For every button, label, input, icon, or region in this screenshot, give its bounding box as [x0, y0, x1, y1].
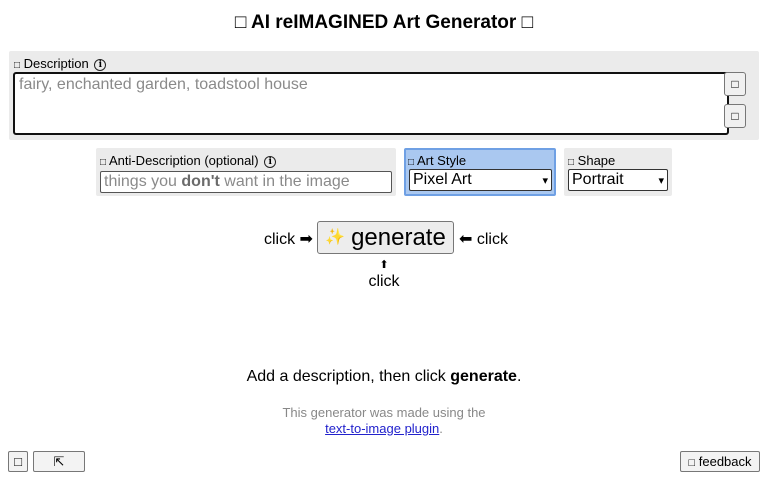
info-icon[interactable]: i	[264, 156, 277, 168]
art-style-label: □ Art Style	[408, 153, 466, 168]
anti-description-label-text: Anti-Description (optional)	[108, 153, 259, 168]
instruction-pre: Add a description, then click	[246, 368, 451, 385]
shape-label-text: Shape	[577, 153, 616, 168]
generate-right-hint: ⬅ click	[459, 231, 508, 248]
description-side-button-2[interactable]: □	[724, 104, 746, 128]
shape-selected: Portrait	[572, 171, 624, 188]
anti-description-label: □ Anti-Description (optional) i	[100, 153, 277, 168]
description-textarea[interactable]	[13, 72, 729, 135]
description-label: □ Description i	[14, 56, 107, 71]
shape-label-icon: □	[568, 157, 575, 168]
shape-label: □ Shape	[568, 153, 615, 168]
scroll-top-button[interactable]: ⇱	[33, 451, 85, 472]
description-panel: □ Description i	[9, 51, 759, 140]
generate-bottom-hint: click	[368, 273, 400, 290]
anti-placeholder-bold: don't	[181, 173, 220, 190]
instruction-post: .	[516, 368, 522, 385]
art-style-panel: □ Art Style Pixel Art ▾	[404, 148, 556, 196]
anti-placeholder-post: want in the image	[219, 173, 350, 190]
generate-label: generate	[351, 224, 446, 251]
art-style-select[interactable]: Pixel Art ▾	[409, 169, 552, 191]
description-label-icon: □	[14, 60, 21, 71]
plugin-link[interactable]: text-to-image plugin	[325, 421, 439, 436]
info-icon[interactable]: i	[94, 59, 107, 71]
art-style-label-text: Art Style	[416, 153, 467, 168]
description-side-button-1[interactable]: □	[724, 72, 746, 96]
generate-button[interactable]: ✨ generate	[317, 221, 454, 254]
credit-text: This generator was made using the text-t…	[0, 405, 768, 437]
art-style-label-icon: □	[408, 157, 415, 168]
title-right-icon: □	[521, 12, 534, 33]
title-text: AI reIMAGINED Art Generator	[250, 12, 517, 33]
credit-line: This generator was made using the	[282, 405, 486, 420]
description-label-text: Description	[23, 56, 89, 71]
feedback-icon: □	[688, 457, 696, 469]
feedback-button[interactable]: □ feedback	[680, 451, 760, 472]
anti-description-input[interactable]: things you don't want in the image	[100, 171, 392, 193]
credit-post: .	[439, 421, 443, 436]
chevron-down-icon: ▾	[542, 175, 548, 187]
shape-select[interactable]: Portrait ▾	[568, 169, 668, 191]
instruction-bold: generate	[450, 368, 517, 385]
generate-left-hint: click ➡	[264, 231, 313, 248]
anti-placeholder-pre: things you	[104, 173, 182, 190]
page-title: □ AI reIMAGINED Art Generator □	[0, 12, 768, 34]
feedback-label: feedback	[698, 454, 752, 469]
up-arrow-icon: ⬆	[379, 259, 389, 271]
title-left-icon: □	[234, 12, 247, 33]
footer-left-button[interactable]: □	[8, 451, 28, 472]
anti-description-label-icon: □	[100, 157, 107, 168]
art-style-selected: Pixel Art	[413, 171, 472, 188]
anti-description-panel: □ Anti-Description (optional) i things y…	[96, 148, 396, 196]
sparkles-icon: ✨	[325, 229, 346, 246]
instruction-text: Add a description, then click generate.	[0, 368, 768, 386]
shape-panel: □ Shape Portrait ▾	[564, 148, 672, 196]
chevron-down-icon: ▾	[658, 175, 664, 187]
